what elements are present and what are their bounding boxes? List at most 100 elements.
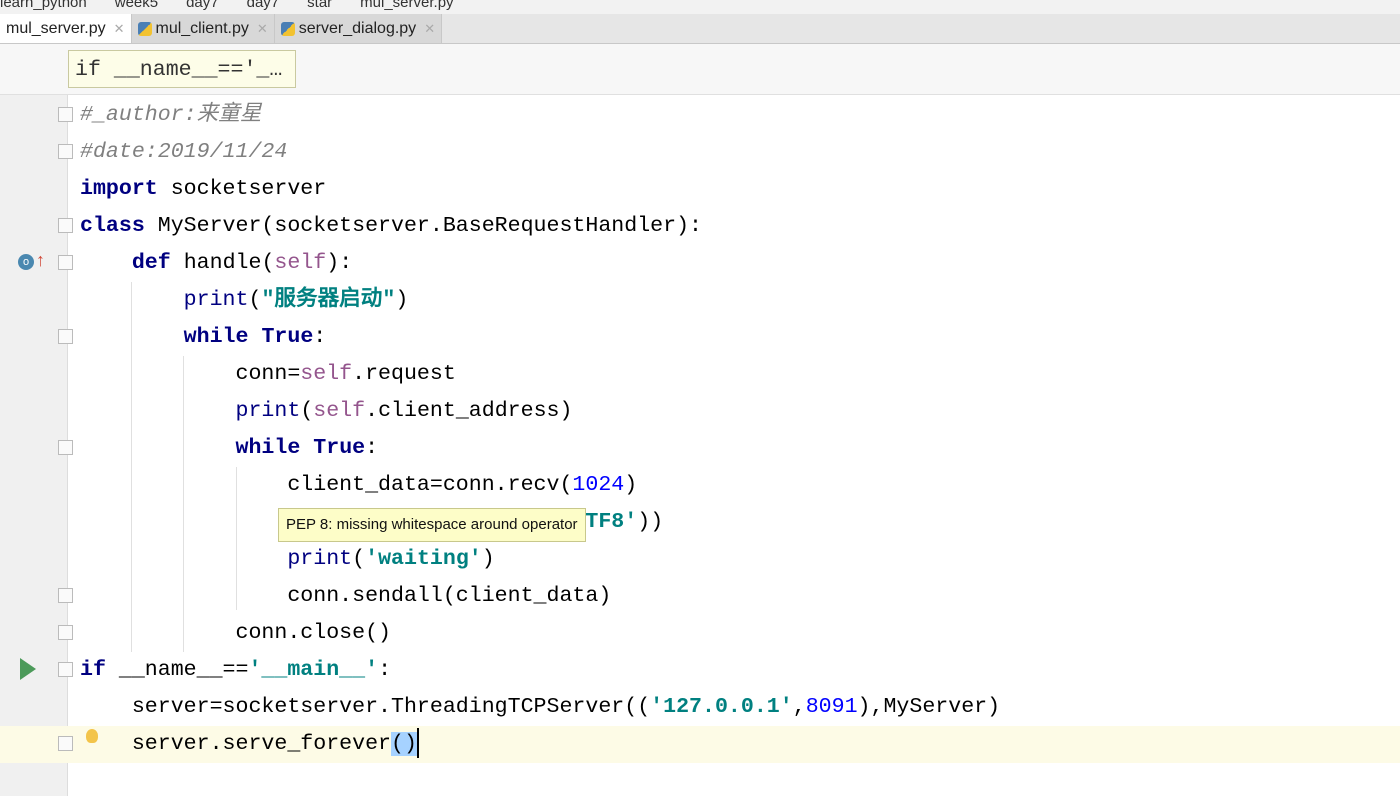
code-token: TF8'	[585, 510, 638, 534]
code-token: .request	[352, 362, 456, 386]
breadcrumb-item[interactable]: day7	[186, 0, 219, 11]
code-token: handle(	[170, 251, 275, 275]
code-token: socketserver	[157, 177, 327, 201]
code-line[interactable]: if __name__=='__main__':	[0, 652, 1400, 689]
breadcrumb-item[interactable]: mul_server.py	[360, 0, 453, 11]
code-line[interactable]: print("服务器启动")	[0, 282, 1400, 319]
code-token: client_data=conn.recv(	[80, 473, 573, 497]
code-token: #_author:来童星	[80, 103, 262, 127]
code-token: if	[80, 658, 106, 682]
code-token: print	[287, 547, 353, 571]
fold-marker-icon[interactable]	[58, 218, 73, 233]
code-token: while	[235, 436, 301, 460]
code-line[interactable]: print(self.client_address)	[0, 393, 1400, 430]
override-arrow-icon: ↑	[36, 250, 45, 270]
code-token: conn.sendall(client_data)	[80, 584, 612, 608]
sticky-header-text[interactable]: if __name__=='_…	[68, 50, 296, 88]
fold-marker-icon[interactable]	[58, 255, 73, 270]
code-line[interactable]: server.serve_forever()	[0, 726, 1400, 763]
code-line[interactable]: conn.sendall(client_data)	[0, 578, 1400, 615]
code-line[interactable]: #date:2019/11/24	[0, 134, 1400, 171]
code-token: )	[624, 473, 638, 497]
text-caret	[416, 728, 419, 759]
python-file-icon	[137, 21, 152, 36]
tab-label: server_dialog.py	[298, 19, 417, 37]
fold-marker-icon[interactable]	[58, 736, 73, 751]
code-token: 8091	[805, 695, 858, 719]
breadcrumb: learn_python week5 day7 day7 star mul_server.…	[0, 0, 1400, 14]
code-line[interactable]: while True:	[0, 319, 1400, 356]
fold-marker-icon[interactable]	[58, 588, 73, 603]
lightbulb-icon[interactable]	[86, 729, 98, 743]
code-token: conn.close()	[80, 621, 392, 645]
code-token: self	[313, 399, 366, 423]
code-token: while	[183, 325, 249, 349]
fold-marker-icon[interactable]	[58, 329, 73, 344]
code-token: server=socketserver.ThreadingTCPServer((	[80, 695, 651, 719]
code-token: (	[352, 547, 366, 571]
code-token: '__main__'	[248, 658, 379, 682]
code-token: #date:2019/11/24	[80, 140, 288, 164]
python-file-icon	[280, 21, 295, 36]
code-token: True	[261, 325, 314, 349]
code-line[interactable]: class MyServer(socketserver.BaseRequestH…	[0, 208, 1400, 245]
tab-server_dialog[interactable]: server_dialog.py ✕	[274, 14, 443, 43]
code-token: ()	[391, 732, 417, 756]
code-token: :	[313, 325, 327, 349]
tab-mul_client[interactable]: mul_client.py ✕	[131, 14, 275, 43]
code-token: "服务器启动"	[261, 288, 396, 312]
code-line[interactable]: print('waiting')	[0, 541, 1400, 578]
fold-marker-icon[interactable]	[58, 440, 73, 455]
fold-marker-icon[interactable]	[58, 144, 73, 159]
code-editor[interactable]: #_author:来童星 #date:2019/11/24 import socke…	[0, 97, 1400, 763]
code-line[interactable]: TF8'))	[0, 504, 1400, 541]
code-token: (	[248, 288, 262, 312]
tab-mul_server[interactable]: mul_server.py ✕	[0, 14, 132, 43]
code-line[interactable]: conn.close()	[0, 615, 1400, 652]
fold-marker-icon[interactable]	[58, 662, 73, 677]
close-icon[interactable]: ✕	[257, 21, 268, 37]
override-method-icon[interactable]: o	[18, 254, 34, 270]
code-token: self	[274, 251, 327, 275]
code-token: import	[80, 177, 158, 201]
close-icon[interactable]: ✕	[424, 21, 435, 37]
fold-marker-icon[interactable]	[58, 625, 73, 640]
code-token: (	[300, 399, 314, 423]
code-line[interactable]: def handle(self):	[0, 245, 1400, 282]
code-token: 'waiting'	[365, 547, 482, 571]
code-token: )	[481, 547, 495, 571]
code-token: )	[395, 288, 409, 312]
code-token: conn=	[80, 362, 301, 386]
fold-marker-icon[interactable]	[58, 107, 73, 122]
breadcrumb-item[interactable]: learn_python	[0, 0, 87, 11]
code-token: ,	[792, 695, 806, 719]
code-token: :	[378, 658, 392, 682]
code-line[interactable]: conn=self.request	[0, 356, 1400, 393]
sticky-header: if __name__=='_…	[0, 44, 1400, 95]
code-line[interactable]: while True:	[0, 430, 1400, 467]
code-token: print	[235, 399, 301, 423]
close-icon[interactable]: ✕	[114, 21, 125, 37]
code-token: ):	[326, 251, 353, 275]
code-token: '127.0.0.1'	[650, 695, 793, 719]
code-token: print	[183, 288, 249, 312]
code-line[interactable]: import socketserver	[0, 171, 1400, 208]
breadcrumb-item[interactable]: day7	[247, 0, 280, 11]
code-line[interactable]: #_author:来童星	[0, 97, 1400, 134]
code-token: MyServer(socketserver.BaseRequestHandler…	[144, 214, 703, 238]
code-token: self	[300, 362, 353, 386]
breadcrumb-item[interactable]: week5	[115, 0, 158, 11]
code-token: True	[313, 436, 366, 460]
editor-tabs: mul_server.py ✕ mul_client.py ✕ server_dialo…	[0, 14, 1400, 44]
code-line[interactable]: server=socketserver.ThreadingTCPServer((…	[0, 689, 1400, 726]
breadcrumb-item[interactable]: star	[307, 0, 332, 11]
run-icon[interactable]	[20, 658, 36, 680]
code-token: __name__==	[105, 658, 249, 682]
code-line[interactable]: client_data=conn.recv(1024)	[0, 467, 1400, 504]
